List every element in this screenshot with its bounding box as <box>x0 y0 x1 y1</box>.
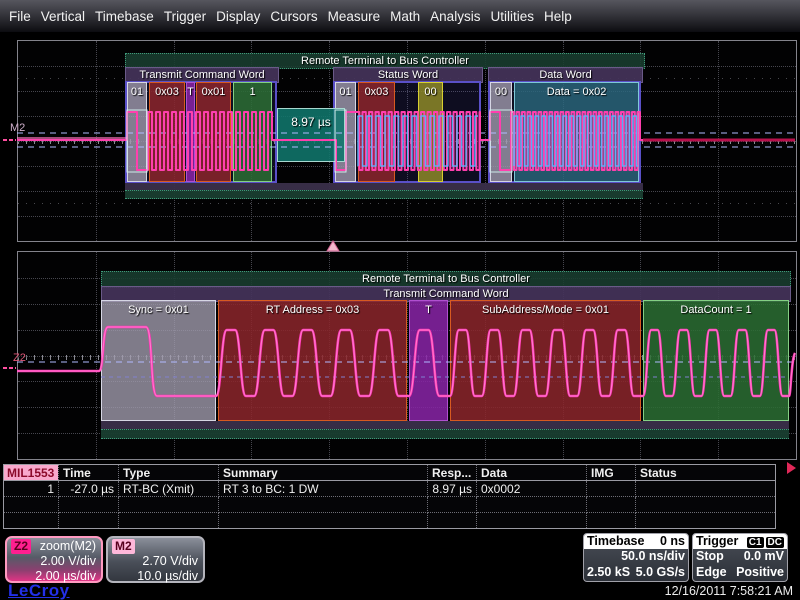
timebase-offset: 0 ns <box>660 534 685 549</box>
col-time: Time <box>59 465 119 481</box>
field-cmd-sync: 01 <box>127 82 147 182</box>
trigger-label: Trigger <box>696 534 738 549</box>
menu-bar: File Vertical Timebase Trigger Display C… <box>0 0 800 33</box>
menu-analysis[interactable]: Analysis <box>430 9 480 24</box>
cell-status[interactable] <box>636 481 776 497</box>
decode-strip <box>125 190 643 199</box>
field-zoom-tr: T <box>409 300 448 421</box>
z2-vdiv: 2.00 V/div <box>11 554 96 569</box>
menu-file[interactable]: File <box>9 9 31 24</box>
menu-measure[interactable]: Measure <box>328 9 381 24</box>
field-cmd-count: 1 <box>233 82 272 182</box>
field-zoom-subaddr: SubAddress/Mode = 0x01 <box>450 300 641 421</box>
m2-vdiv: 2.70 V/div <box>112 554 198 569</box>
decode-table: MIL1553 Time Type Summary Resp... Data I… <box>3 464 776 529</box>
field-data-sync: 00 <box>490 82 512 182</box>
field-cmd-tr: T <box>186 82 195 182</box>
z2-title: zoom(M2) <box>40 539 96 554</box>
z2-badge: Z2 <box>11 539 31 554</box>
trigger-mode: Stop <box>696 549 724 565</box>
trigger-slope: Positive <box>736 565 784 581</box>
trigger-coupling-badge: DC <box>766 537 784 548</box>
col-protocol: MIL1553 <box>4 465 59 481</box>
menu-cursors[interactable]: Cursors <box>270 9 317 24</box>
menu-vertical[interactable]: Vertical <box>41 9 85 24</box>
cell-time[interactable]: -27.0 µs <box>59 481 119 497</box>
field-data-value: Data = 0x02 <box>514 82 639 182</box>
col-resp: Resp... <box>428 465 477 481</box>
field-zoom-count: DataCount = 1 <box>643 300 789 421</box>
trigger-source-badge: C1 <box>747 537 764 548</box>
trigger-level: 0.0 mV <box>744 549 784 565</box>
m2-descriptor-box[interactable]: M2 2.70 V/div 10.0 µs/div <box>106 536 205 583</box>
field-cmd-subaddr: 0x01 <box>196 82 231 182</box>
trace-label-m2[interactable]: M2 <box>10 122 25 134</box>
field-status-code: 00 <box>418 82 443 182</box>
timebase-rate: 5.0 GS/s <box>636 565 685 581</box>
m2-tdiv: 10.0 µs/div <box>112 569 198 584</box>
response-time-annotation: 8.97 µs <box>277 108 345 162</box>
table-row-empty[interactable] <box>4 513 776 529</box>
oscilloscope-screen: File Vertical Timebase Trigger Display C… <box>0 0 800 600</box>
trace-label-z2[interactable]: Z2 <box>13 352 26 364</box>
cell-type[interactable]: RT-BC (Xmit) <box>119 481 219 497</box>
menu-trigger[interactable]: Trigger <box>164 9 206 24</box>
decode-strip <box>101 421 789 429</box>
timebase-label: Timebase <box>587 534 644 549</box>
field-cmd-rtaddr: 0x03 <box>149 82 185 182</box>
cell-index[interactable]: 1 <box>4 481 59 497</box>
col-summary: Summary <box>219 465 428 481</box>
field-status-addr: 0x03 <box>358 82 395 182</box>
cell-summary[interactable]: RT 3 to BC: 1 DW <box>219 481 428 497</box>
z2-descriptor-box[interactable]: Z2 zoom(M2) 2.00 V/div 2.00 µs/div <box>5 536 103 583</box>
decode-strip <box>125 183 643 190</box>
trigger-descriptor-box[interactable]: Trigger C1DC Stop 0.0 mV Edge Positive <box>692 533 788 582</box>
protocol-badge: MIL1553 <box>4 465 58 481</box>
col-status: Status <box>636 465 776 481</box>
m2-badge: M2 <box>112 539 135 554</box>
menu-help[interactable]: Help <box>544 9 572 24</box>
menu-display[interactable]: Display <box>216 9 260 24</box>
timebase-samples: 2.50 kS <box>587 565 630 581</box>
datetime-display: 12/16/2011 7:58:21 AM <box>665 584 793 598</box>
cell-data[interactable]: 0x0002 <box>477 481 587 497</box>
table-row[interactable]: 1 -27.0 µs RT-BC (Xmit) RT 3 to BC: 1 DW… <box>4 481 776 497</box>
menu-utilities[interactable]: Utilities <box>490 9 534 24</box>
trigger-type: Edge <box>696 565 727 581</box>
decode-strip <box>101 429 789 439</box>
menu-timebase[interactable]: Timebase <box>95 9 154 24</box>
menu-math[interactable]: Math <box>390 9 420 24</box>
table-scroll-arrow-icon[interactable] <box>787 462 796 474</box>
timebase-tdiv: 50.0 ns/div <box>621 549 685 565</box>
field-zoom-sync: Sync = 0x01 <box>101 300 216 421</box>
col-data: Data <box>477 465 587 481</box>
col-type: Type <box>119 465 219 481</box>
lecroy-logo: LeCroy <box>8 581 70 600</box>
cell-resp[interactable]: 8.97 µs <box>428 481 477 497</box>
col-img: IMG <box>587 465 636 481</box>
timebase-descriptor-box[interactable]: Timebase 0 ns 50.0 ns/div 2.50 kS 5.0 GS… <box>583 533 689 582</box>
cell-img[interactable] <box>587 481 636 497</box>
decode-table-header: MIL1553 Time Type Summary Resp... Data I… <box>4 465 776 481</box>
field-zoom-rtaddr: RT Address = 0x03 <box>218 300 407 421</box>
table-row-empty[interactable] <box>4 497 776 513</box>
